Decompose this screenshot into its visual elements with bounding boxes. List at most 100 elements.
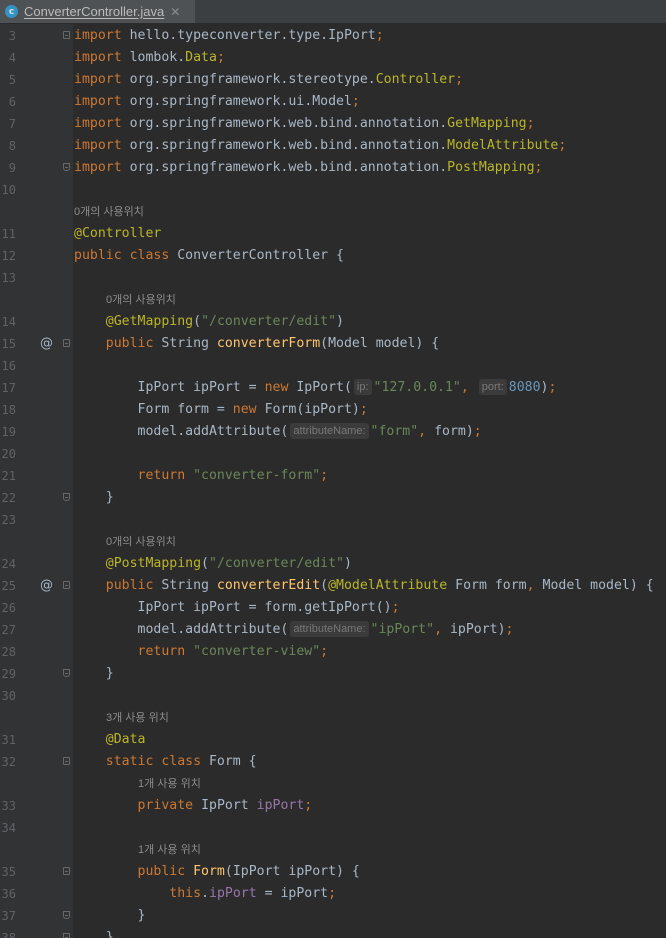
- code-line[interactable]: 32 static class Form {: [0, 751, 666, 773]
- usage-hint[interactable]: 0개의 사용위치: [0, 201, 666, 223]
- usage-hint[interactable]: 0개의 사용위치: [0, 289, 666, 311]
- usage-hint[interactable]: 1개 사용 위치: [0, 839, 666, 861]
- code-line[interactable]: 5 import org.springframework.stereotype.C…: [0, 69, 666, 91]
- fold-marker-icon[interactable]: [63, 933, 70, 938]
- code-line[interactable]: 18 Form form = new Form(ipPort);: [0, 399, 666, 421]
- code-token: Form {: [208, 754, 257, 769]
- code-line[interactable]: 11 @Controller: [0, 223, 666, 245]
- fold-marker-icon[interactable]: [63, 911, 70, 919]
- code-line[interactable]: 28 return "converter-view";: [0, 641, 666, 663]
- code-line[interactable]: 34: [0, 817, 666, 839]
- code-editor[interactable]: 3 import hello.typeconverter.type.IpPort;…: [0, 24, 666, 938]
- line-number: 21: [1, 469, 16, 483]
- code-token: Data: [185, 50, 217, 65]
- fold-marker-icon[interactable]: [63, 31, 70, 39]
- code-token: (: [320, 578, 329, 593]
- tab-converter-controller[interactable]: c ConverterController.java ✕: [0, 0, 195, 23]
- code-token: ;: [548, 380, 557, 395]
- usage-hint[interactable]: 0개의 사용위치: [0, 531, 666, 553]
- code-line[interactable]: 37 }: [0, 905, 666, 927]
- fold-marker-icon[interactable]: [63, 757, 70, 765]
- code-line[interactable]: 13: [0, 267, 666, 289]
- usage-hint-text[interactable]: 0개의 사용위치: [106, 289, 176, 311]
- code-line[interactable]: 24 @PostMapping("/converter/edit"): [0, 553, 666, 575]
- code-line[interactable]: 3 import hello.typeconverter.type.IpPort;: [0, 25, 666, 47]
- fold-marker-icon[interactable]: [63, 581, 70, 589]
- code-token: ): [336, 314, 344, 329]
- code-line[interactable]: 38 }: [0, 927, 666, 938]
- usage-hint-text[interactable]: 1개 사용 위치: [138, 839, 201, 861]
- code-line[interactable]: 30: [0, 685, 666, 707]
- fold-marker-icon[interactable]: [63, 669, 70, 677]
- fold-marker-icon[interactable]: [63, 867, 70, 875]
- code-line[interactable]: 4 import lombok.Data;: [0, 47, 666, 69]
- usage-hint-text[interactable]: 1개 사용 위치: [138, 773, 201, 795]
- code-text: public String converterEdit(@ModelAttrib…: [74, 575, 654, 597]
- code-line[interactable]: 27 model.addAttribute(attributeName: "ipP…: [0, 619, 666, 641]
- fold-marker-icon[interactable]: [63, 339, 70, 347]
- code-line[interactable]: 17 IpPort ipPort = new IpPort(ip: "127.0.…: [0, 377, 666, 399]
- code-line[interactable]: 33 private IpPort ipPort;: [0, 795, 666, 817]
- code-token: public: [105, 336, 162, 351]
- line-number: 10: [1, 183, 16, 197]
- line-number: 20: [1, 447, 16, 461]
- code-line[interactable]: 16: [0, 355, 666, 377]
- code-line[interactable]: 35 public Form(IpPort ipPort) {: [0, 861, 666, 883]
- code-token: "/converter/edit": [209, 556, 344, 571]
- code-line[interactable]: 23: [0, 509, 666, 531]
- code-token: String: [161, 578, 217, 593]
- usage-hint-text[interactable]: 0개의 사용위치: [106, 531, 176, 553]
- code-text: IpPort ipPort = form.getIpPort();: [74, 597, 400, 619]
- code-line[interactable]: 26 IpPort ipPort = form.getIpPort();: [0, 597, 666, 619]
- close-icon[interactable]: ✕: [170, 5, 180, 19]
- request-mapping-gutter-icon[interactable]: @: [40, 575, 53, 597]
- code-text: }: [74, 487, 114, 509]
- line-number: 9: [8, 161, 16, 175]
- line-number: 32: [1, 755, 16, 769]
- code-token: IpPort ipPort = form.getIpPort(): [74, 600, 392, 615]
- line-number: 6: [8, 95, 16, 109]
- code-line[interactable]: 31 @Data: [0, 729, 666, 751]
- line-number: 14: [1, 315, 16, 329]
- code-token: (: [201, 556, 209, 571]
- code-token: @GetMapping: [105, 314, 194, 329]
- code-line[interactable]: 22 }: [0, 487, 666, 509]
- code-token: model.addAttribute(: [74, 424, 289, 439]
- code-line[interactable]: 25 @ public String converterEdit(@ModelAt…: [0, 575, 666, 597]
- code-line[interactable]: 6 import org.springframework.ui.Model;: [0, 91, 666, 113]
- code-token: org.springframework.web.bind.annotation.: [121, 160, 448, 175]
- fold-marker-icon[interactable]: [63, 493, 70, 501]
- code-token: public: [105, 578, 162, 593]
- code-line[interactable]: 12 public class ConverterController {: [0, 245, 666, 267]
- line-number: 26: [1, 601, 16, 615]
- code-token: ,: [460, 380, 477, 395]
- code-token: converterForm: [216, 336, 321, 351]
- code-line[interactable]: 9 import org.springframework.web.bind.ann…: [0, 157, 666, 179]
- code-line[interactable]: 14 @GetMapping("/converter/edit"): [0, 311, 666, 333]
- code-line[interactable]: 8 import org.springframework.web.bind.ann…: [0, 135, 666, 157]
- usage-hint[interactable]: 1개 사용 위치: [0, 773, 666, 795]
- code-line[interactable]: 15 @ public String converterForm(Model mo…: [0, 333, 666, 355]
- fold-marker-icon[interactable]: [63, 163, 70, 171]
- code-text: static class Form {: [74, 751, 257, 773]
- code-line[interactable]: 10: [0, 179, 666, 201]
- code-line[interactable]: 21 return "converter-form";: [0, 465, 666, 487]
- code-text: import hello.typeconverter.type.IpPort;: [74, 25, 384, 47]
- code-line[interactable]: 19 model.addAttribute(attributeName: "for…: [0, 421, 666, 443]
- usage-hint-text[interactable]: 0개의 사용위치: [74, 201, 144, 223]
- code-line[interactable]: 29 }: [0, 663, 666, 685]
- usage-hint-text[interactable]: 3개 사용 위치: [106, 707, 169, 729]
- code-token: return: [137, 468, 194, 483]
- code-line[interactable]: 7 import org.springframework.web.bind.ann…: [0, 113, 666, 135]
- code-token: "converter-view": [193, 644, 321, 659]
- code-token: import: [74, 72, 122, 87]
- code-text: import org.springframework.ui.Model;: [74, 91, 360, 113]
- code-line[interactable]: 20: [0, 443, 666, 465]
- code-line[interactable]: 36 this.ipPort = ipPort;: [0, 883, 666, 905]
- code-token: ;: [359, 402, 368, 417]
- line-number: 12: [1, 249, 16, 263]
- usage-hint[interactable]: 3개 사용 위치: [0, 707, 666, 729]
- request-mapping-gutter-icon[interactable]: @: [40, 333, 53, 355]
